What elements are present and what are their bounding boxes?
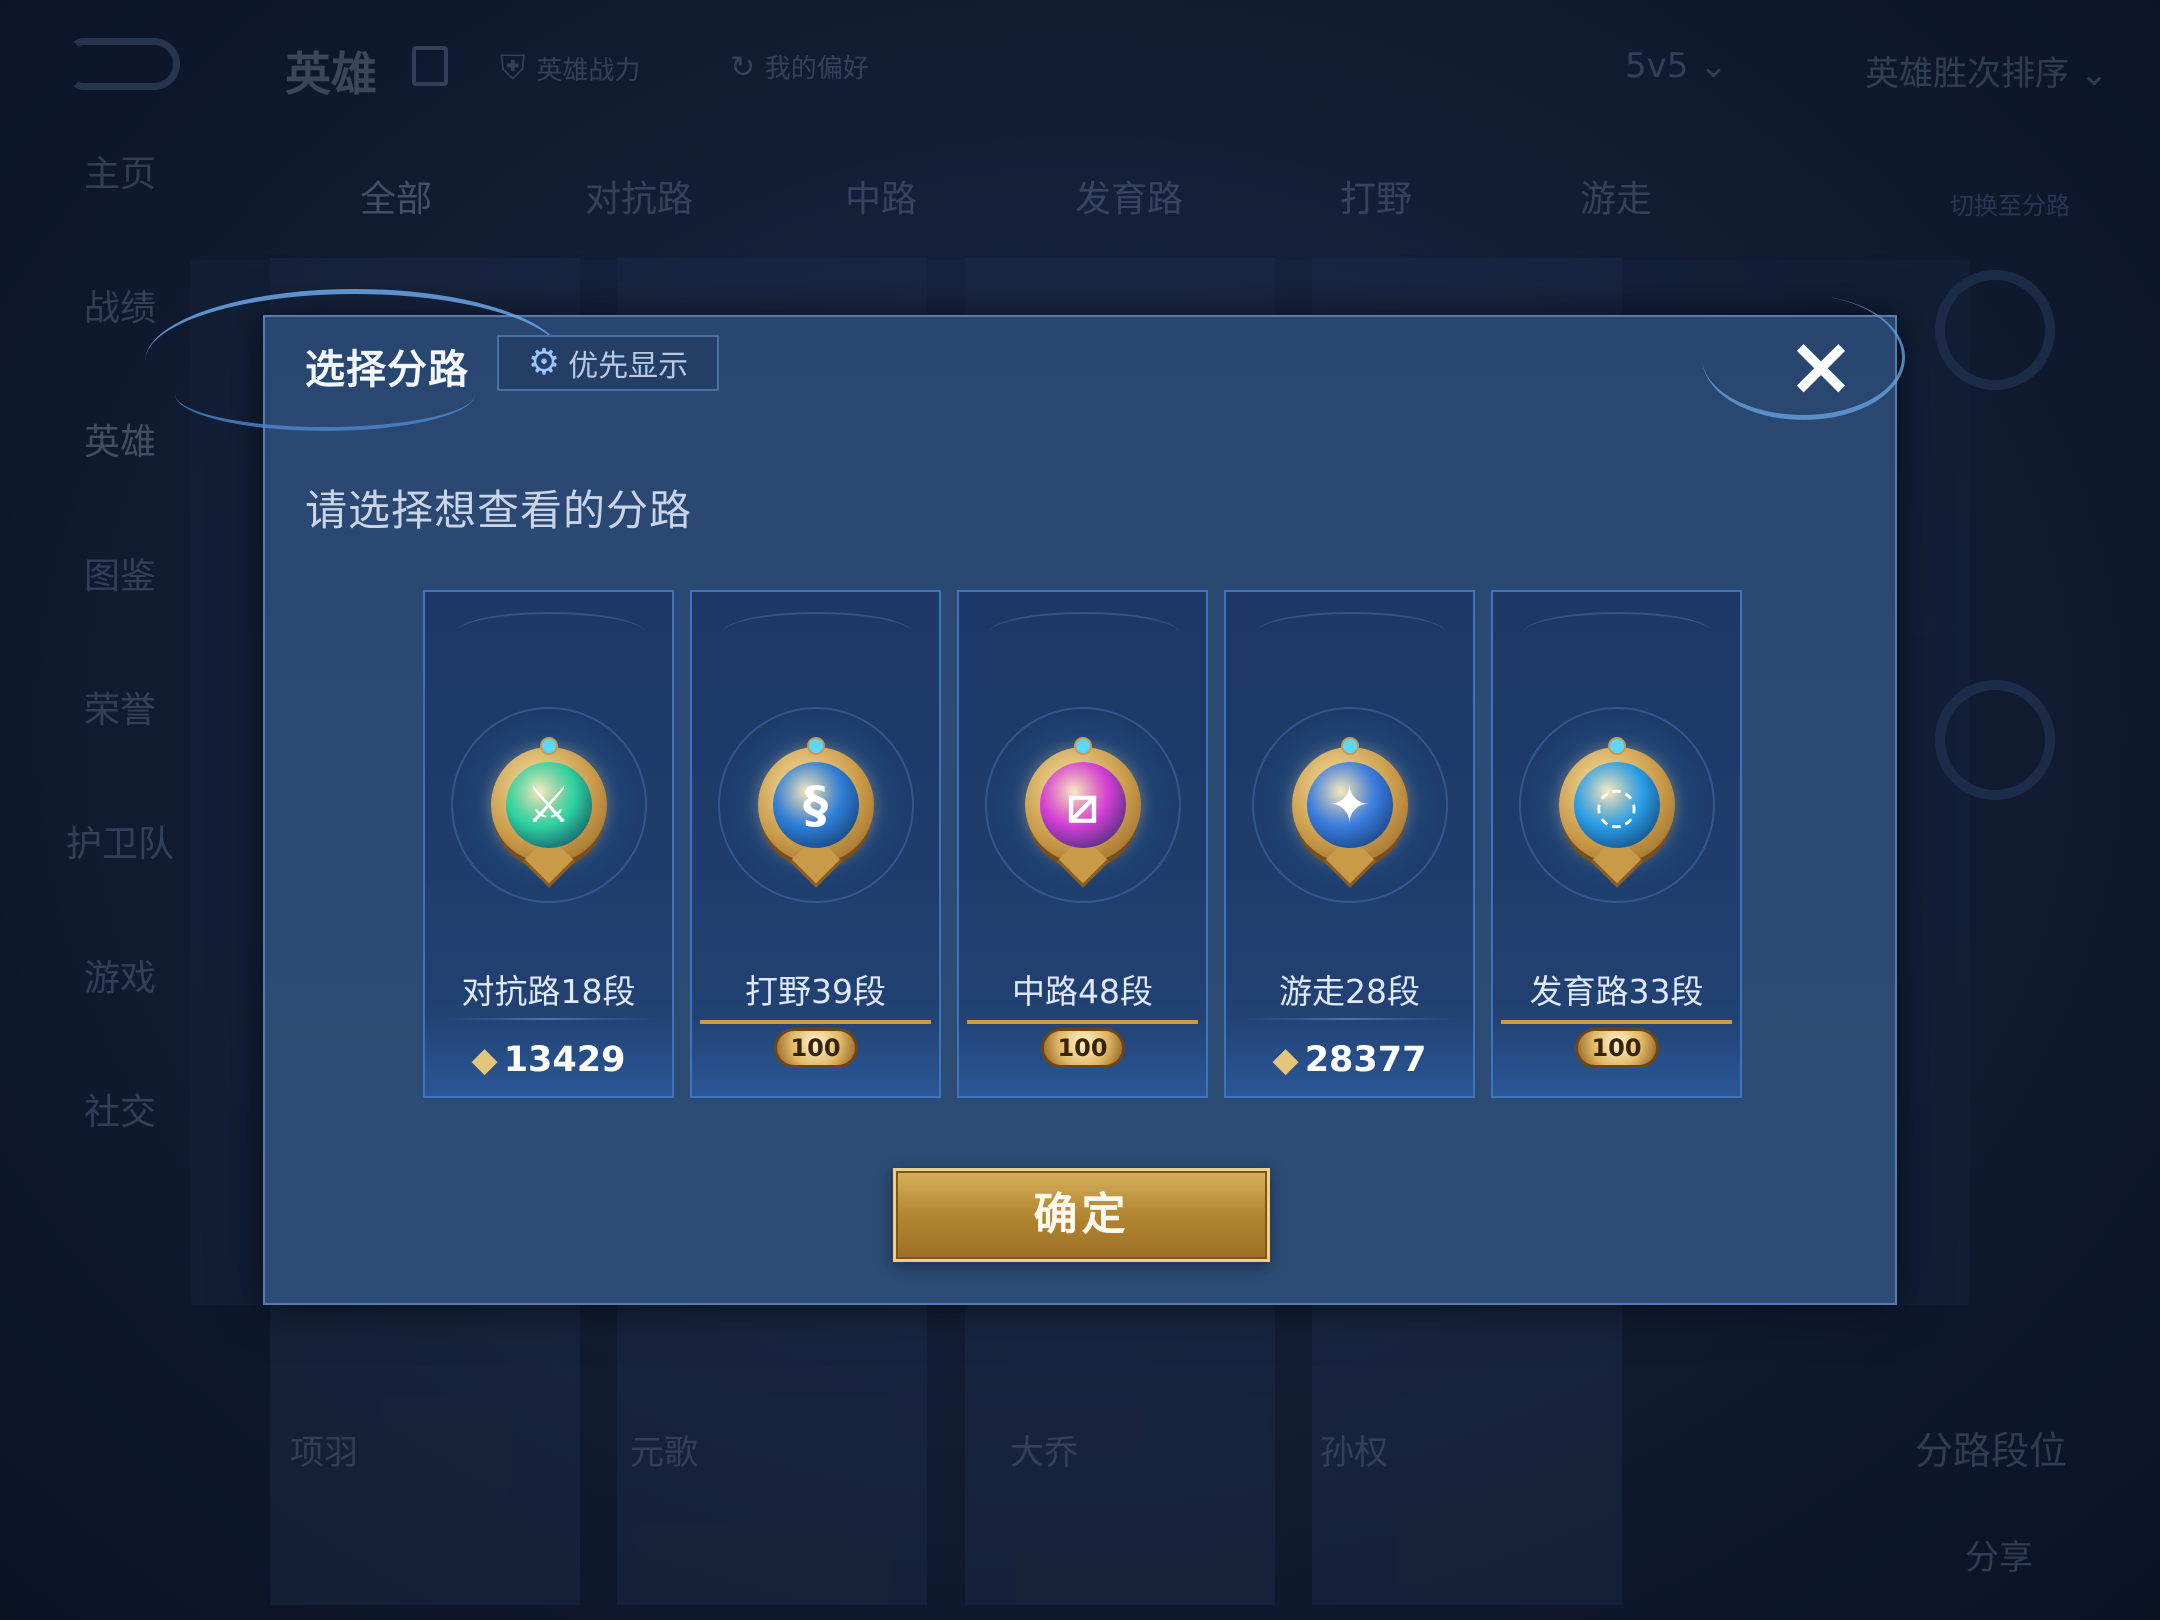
- game-logo: [70, 38, 180, 90]
- lane-card-mid[interactable]: ⧄ 中路48段 100: [957, 590, 1208, 1098]
- select-lane-dialog: 选择分路 ⚙ 优先显示 × 请选择想查看的分路 ⚔ 对抗路18段 ◆13429: [145, 289, 1905, 1305]
- lane-card-roam[interactable]: ✦ 游走28段 ◆ 28377: [1224, 590, 1475, 1098]
- hundred-badge: 100: [773, 1028, 858, 1068]
- top-bar: 英雄 英雄战力 我的偏好 5v5 英雄胜次排序: [0, 0, 2160, 130]
- tab-clash[interactable]: 对抗路: [585, 170, 693, 222]
- crossed-swords-emblem-icon: ⚔: [490, 737, 607, 888]
- tab-all[interactable]: 全部: [360, 170, 432, 222]
- lane-card-farm[interactable]: ◌ 发育路33段 100: [1491, 590, 1742, 1098]
- lane-card-clash[interactable]: ⚔ 对抗路18段 ◆ 13429: [423, 590, 674, 1098]
- share-button[interactable]: 分享: [1965, 1530, 2033, 1579]
- wing-emblem-icon: ✦: [1291, 737, 1408, 888]
- lane-card-list: ⚔ 对抗路18段 ◆ 13429 § 打野39段 100 ⧄ 中路48段 100…: [423, 590, 1743, 1100]
- lane-name: 游走28段: [1279, 972, 1420, 1011]
- hero-power-link[interactable]: 英雄战力: [500, 48, 640, 88]
- diamond-icon: ◆: [1272, 1040, 1299, 1080]
- tab-mid[interactable]: 中路: [845, 170, 917, 222]
- close-button[interactable]: ×: [1785, 326, 1857, 408]
- page-title: 英雄: [285, 47, 377, 101]
- lane-name: 打野39段: [745, 972, 886, 1011]
- dragon-emblem-icon: §: [757, 737, 874, 888]
- switch-lane-link[interactable]: 切换至分路: [1950, 186, 2070, 221]
- dialog-subtitle: 请选择想查看的分路: [305, 486, 693, 535]
- rank-badge-icon: [1935, 270, 2055, 390]
- lane-score: ◆ 13429: [471, 1040, 626, 1080]
- hundred-badge: 100: [1040, 1028, 1125, 1068]
- hero-name: 项羽: [290, 1433, 358, 1473]
- priority-display-button[interactable]: ⚙ 优先显示: [497, 335, 719, 391]
- tab-roam[interactable]: 游走: [1580, 170, 1652, 222]
- sort-select[interactable]: 英雄胜次排序: [1865, 46, 2108, 95]
- lane-name: 对抗路18段: [461, 972, 636, 1011]
- lane-rank-label: 分路段位: [1915, 1429, 2068, 1473]
- my-preference-link[interactable]: 我的偏好: [730, 48, 869, 85]
- lane-name: 发育路33段: [1529, 972, 1704, 1011]
- lane-card-jungle[interactable]: § 打野39段 100: [690, 590, 941, 1098]
- tab-farm[interactable]: 发育路: [1075, 170, 1183, 222]
- lane-score: ◆ 28377: [1272, 1040, 1427, 1080]
- slash-emblem-icon: ⧄: [1024, 737, 1141, 888]
- rank-badge-icon: [1935, 680, 2055, 800]
- hero-name: 元歌: [630, 1433, 698, 1473]
- tab-jungle[interactable]: 打野: [1340, 170, 1412, 222]
- hero-name: 大乔: [1010, 1433, 1078, 1473]
- lane-name: 中路48段: [1012, 972, 1153, 1011]
- document-icon[interactable]: [412, 46, 448, 86]
- lane-tabs: 全部 对抗路 中路 发育路 打野 游走: [320, 170, 2100, 230]
- dialog-title: 选择分路: [305, 347, 469, 393]
- diamond-icon: ◆: [471, 1040, 498, 1080]
- shield-emblem-icon: ◌: [1558, 737, 1675, 888]
- confirm-button[interactable]: 确定: [893, 1168, 1270, 1262]
- gear-icon: ⚙: [527, 342, 561, 383]
- hundred-badge: 100: [1574, 1028, 1659, 1068]
- close-icon: ×: [1786, 319, 1856, 414]
- hero-name: 孙权: [1320, 1433, 1388, 1473]
- priority-display-label: 优先显示: [568, 349, 689, 384]
- mode-select[interactable]: 5v5: [1625, 46, 1728, 86]
